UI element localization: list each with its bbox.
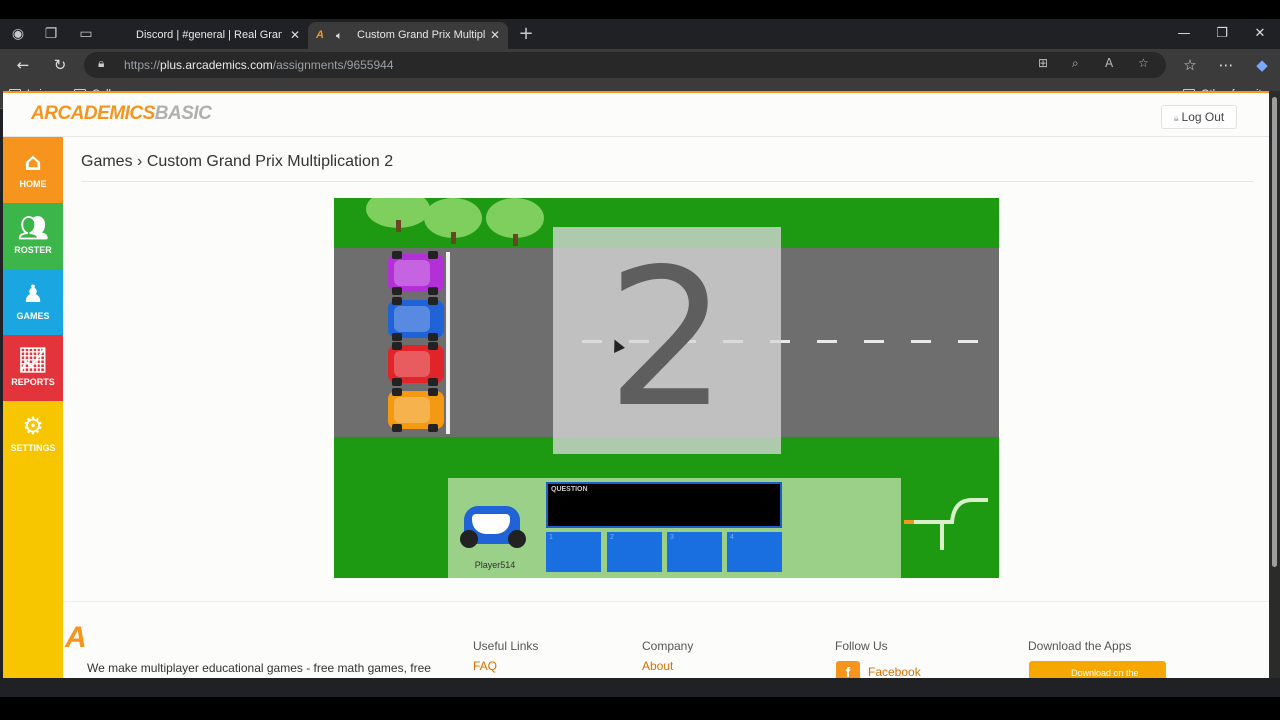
address-bar[interactable]: 🔒︎ https://plus.arcademics.com/assignmen…: [84, 52, 1166, 78]
close-tab-icon[interactable]: ✕: [290, 22, 300, 49]
about-link[interactable]: About: [642, 659, 673, 673]
facebook-icon[interactable]: f: [836, 661, 860, 678]
breadcrumb-games-link[interactable]: Games: [81, 153, 133, 170]
app-store-button[interactable]: Download on the: [1029, 661, 1166, 678]
useful-links-heading: Useful Links: [473, 639, 539, 653]
favorites-icon[interactable]: ☆: [1179, 55, 1201, 75]
start-line: [446, 252, 450, 434]
breadcrumb-separator: ›: [137, 153, 143, 170]
breadcrumb: Games › Custom Grand Prix Multiplication…: [81, 153, 393, 171]
question-label: QUESTION: [551, 486, 588, 493]
race-car-red: [388, 342, 444, 386]
workspaces-icon[interactable]: ❐: [41, 25, 61, 43]
lane-dash: [817, 340, 837, 343]
taskbar: [0, 697, 1280, 720]
facebook-link[interactable]: Facebook: [868, 665, 921, 678]
url-text: https://plus.arcademics.com/assignments/…: [124, 58, 394, 72]
tab-title: Custom Grand Prix Multiplicati: [357, 29, 485, 41]
race-car-orange: [388, 388, 444, 432]
sidebar-item-games[interactable]: ♟ GAMES: [3, 269, 63, 335]
arcademics-logo[interactable]: ARCADEMICSBASIC: [31, 103, 212, 125]
sidebar-item-settings[interactable]: ⚙ SETTINGS: [3, 401, 63, 467]
question-box: QUESTION: [546, 482, 782, 528]
back-icon[interactable]: ←: [12, 55, 34, 75]
sidebar-item-reports[interactable]: 📈︎ REPORTS: [3, 335, 63, 401]
countdown-overlay: 2: [553, 227, 781, 454]
browser-toolbar: ← ↻ 🔒︎ https://plus.arcademics.com/assig…: [0, 49, 1280, 81]
race-car-blue: [388, 297, 444, 341]
scrollbar-thumb[interactable]: [1272, 97, 1277, 567]
gear-icon: ⚙: [22, 412, 44, 440]
page-scrollbar[interactable]: [1269, 91, 1280, 678]
footer-divider: [63, 601, 1269, 602]
tab-grand-prix[interactable]: A 🔈︎ Custom Grand Prix Multiplicati ✕: [308, 22, 508, 49]
logout-button[interactable]: 🔒︎ Log Out: [1161, 105, 1237, 129]
app-available-icon[interactable]: ⊞: [1038, 56, 1048, 70]
answer-button-3[interactable]: 3: [667, 532, 722, 572]
follow-us-heading: Follow Us: [835, 639, 888, 653]
lane-dash: [958, 340, 978, 343]
countdown-number: 2: [606, 228, 728, 449]
web-page: ARCADEMICSBASIC 🔒︎ Log Out ⌂ HOME 👥︎ ROST…: [3, 91, 1269, 678]
sidebar-item-roster[interactable]: 👥︎ ROSTER: [3, 203, 63, 269]
reports-icon: 📈︎: [17, 346, 49, 374]
tree: [486, 198, 544, 238]
sidebar-item-home[interactable]: ⌂ HOME: [3, 137, 63, 203]
divider: [81, 181, 1253, 182]
restore-icon[interactable]: ❐: [1202, 19, 1242, 49]
answer-panel: Player514 QUESTION 1 2 3 4: [448, 478, 901, 578]
minimize-icon[interactable]: —: [1164, 19, 1204, 49]
more-menu-icon[interactable]: ⋯: [1215, 55, 1237, 75]
answer-button-1[interactable]: 1: [546, 532, 601, 572]
home-icon: ⌂: [24, 148, 42, 176]
close-window-icon[interactable]: ✕: [1240, 19, 1280, 49]
tab-discord[interactable]: Discord | #general | Real Grand Pr ✕: [124, 22, 308, 49]
site-header: ARCADEMICSBASIC 🔒︎ Log Out: [3, 93, 1269, 137]
footer-logo: A: [65, 621, 87, 654]
lock-icon[interactable]: 🔒︎: [98, 56, 104, 71]
copilot-icon[interactable]: ◆: [1251, 55, 1273, 75]
tab-actions-icon[interactable]: ▭: [76, 25, 96, 43]
faq-link[interactable]: FAQ: [473, 659, 497, 673]
tree-trunk: [513, 234, 518, 246]
page-title: Custom Grand Prix Multiplication 2: [146, 153, 394, 170]
profile-icon[interactable]: ◉: [8, 25, 28, 43]
answer-button-2[interactable]: 2: [607, 532, 662, 572]
answer-button-4[interactable]: 4: [727, 532, 782, 572]
refresh-icon[interactable]: ↻: [49, 55, 71, 75]
track-map-icon: [904, 498, 988, 550]
new-tab-icon[interactable]: +: [516, 25, 536, 43]
tree-trunk: [451, 232, 456, 244]
games-icon: ♟: [22, 280, 44, 308]
speaker-icon[interactable]: 🔈︎: [336, 22, 343, 49]
tab-title: Discord | #general | Real Grand Pr: [136, 29, 282, 41]
footer-tagline: We make multiplayer educational games - …: [87, 661, 431, 675]
tab-strip: ◉ ❐ ▭ Discord | #general | Real Grand Pr…: [0, 19, 1280, 49]
race-car-purple: [388, 251, 444, 295]
lock-icon: 🔒︎: [1173, 113, 1179, 123]
sidebar: ⌂ HOME 👥︎ ROSTER ♟ GAMES 📈︎ REPORTS ⚙ SE…: [3, 137, 63, 678]
company-heading: Company: [642, 639, 694, 653]
close-tab-icon[interactable]: ✕: [490, 22, 500, 49]
download-apps-heading: Download the Apps: [1028, 639, 1132, 653]
game-canvas[interactable]: 2 Player514 QUESTION 1 2 3 4: [334, 198, 999, 578]
player-car-avatar: [460, 490, 530, 550]
tree-trunk: [396, 220, 401, 232]
read-aloud-icon[interactable]: A: [1105, 56, 1113, 70]
roster-icon: 👥︎: [17, 214, 49, 242]
zoom-icon[interactable]: ⌕: [1072, 56, 1079, 71]
lane-dash: [911, 340, 931, 343]
player-name: Player514: [474, 560, 516, 570]
favorite-star-icon[interactable]: ☆: [1138, 56, 1149, 70]
arcademics-favicon-icon: A: [316, 29, 324, 41]
lane-dash: [864, 340, 884, 343]
